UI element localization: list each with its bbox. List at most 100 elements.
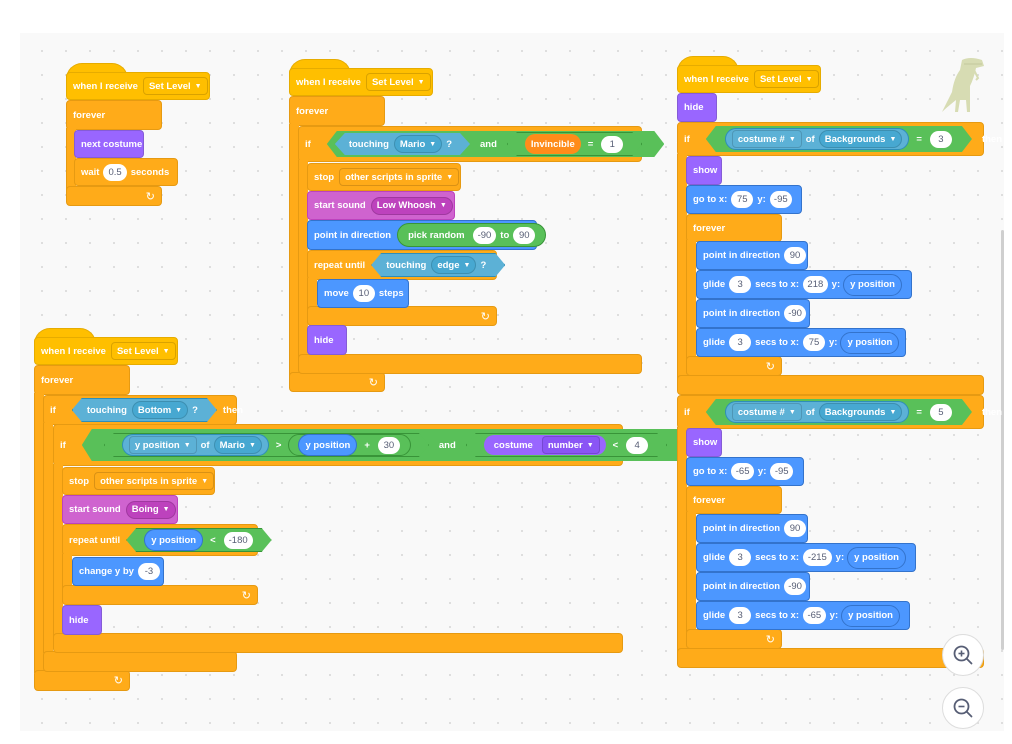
go-to-xy-block[interactable]: go to x: -65 y: -95	[686, 457, 804, 486]
less-than-operator[interactable]: y position < -180	[126, 528, 271, 552]
message-dropdown[interactable]: Set Level ▼	[753, 70, 819, 88]
less-than-value-input[interactable]: 4	[626, 437, 648, 454]
glide-x-input[interactable]: 218	[803, 276, 828, 293]
vertical-scrollbar[interactable]	[1001, 230, 1004, 650]
glide-x-input[interactable]: -215	[803, 549, 832, 566]
equals-operator[interactable]: costume # ▼ of Backgrounds ▼ = 5	[706, 399, 972, 425]
and-operator[interactable]: y position ▼ of Mario ▼ > y position + 30 …	[82, 429, 689, 461]
object-dropdown[interactable]: Backgrounds ▼	[819, 130, 903, 148]
forever-block[interactable]: forever	[686, 486, 782, 514]
touching-object-dropdown[interactable]: edge ▼	[431, 256, 476, 274]
direction-input[interactable]: -90	[784, 305, 807, 322]
direction-input[interactable]: 90	[784, 520, 807, 537]
point-in-direction-block[interactable]: point in direction 90	[696, 241, 808, 270]
move-steps-input[interactable]: 10	[352, 285, 375, 302]
hide-block[interactable]: hide	[677, 93, 717, 122]
glide-secs-input[interactable]: 3	[729, 549, 752, 566]
zoom-out-button[interactable]	[942, 687, 984, 729]
stop-option-dropdown[interactable]: other scripts in sprite ▼	[94, 472, 215, 490]
touching-sensor[interactable]: touching Bottom ▼ ?	[72, 398, 217, 422]
hide-block[interactable]: hide	[307, 325, 347, 355]
y-position-reporter[interactable]: y position	[841, 604, 900, 627]
y-position-reporter[interactable]: y position	[840, 331, 900, 354]
glide-block[interactable]: glide 3 secs to x: -65 y: y position	[696, 601, 910, 630]
hide-block[interactable]: hide	[62, 605, 102, 635]
costume-reporter[interactable]: costume number ▼	[484, 435, 606, 455]
glide-secs-input[interactable]: 3	[729, 607, 752, 624]
touching-object-dropdown[interactable]: Bottom ▼	[132, 401, 188, 419]
y-position-reporter[interactable]: y position	[843, 273, 902, 296]
glide-block[interactable]: glide 3 secs to x: 218 y: y position	[696, 270, 912, 299]
equals-value-input[interactable]: 5	[930, 404, 952, 421]
property-dropdown[interactable]: costume # ▼	[732, 130, 802, 148]
property-dropdown[interactable]: y position ▼	[129, 436, 197, 454]
glide-x-input[interactable]: 75	[803, 334, 825, 351]
of-sensor[interactable]: y position ▼ of Mario ▼	[122, 434, 269, 456]
glide-x-input[interactable]: -65	[803, 607, 826, 624]
touching-sensor[interactable]: touching Mario ▼ ?	[335, 133, 470, 155]
forever-block[interactable]: forever	[66, 100, 162, 130]
move-steps-block[interactable]: move 10 steps	[317, 279, 409, 308]
go-to-x-input[interactable]: 75	[731, 191, 754, 208]
plus-operator[interactable]: y position + 30	[288, 434, 410, 456]
property-dropdown[interactable]: costume # ▼	[732, 403, 802, 421]
wait-seconds-input[interactable]: 0.5	[103, 163, 127, 181]
when-i-receive-block[interactable]: when I receive Set Level ▼	[289, 68, 433, 96]
equals-operator[interactable]: Invincible = 1	[507, 132, 642, 156]
start-sound-block[interactable]: start sound Boing ▼	[62, 495, 178, 524]
message-dropdown[interactable]: Set Level ▼	[142, 77, 208, 95]
next-costume-block[interactable]: next costume	[74, 130, 144, 158]
wait-block[interactable]: wait 0.5 seconds	[74, 158, 178, 186]
when-i-receive-block[interactable]: when I receive Set Level ▼	[677, 65, 821, 93]
y-position-reporter[interactable]: y position	[298, 434, 357, 456]
forever-block[interactable]: forever	[34, 365, 130, 395]
glide-secs-input[interactable]: 3	[729, 276, 752, 293]
equals-value-input[interactable]: 1	[601, 136, 623, 153]
and-operator[interactable]: touching Mario ▼ ? and Invincible = 1	[327, 131, 664, 157]
plus-value-input[interactable]: 30	[378, 437, 400, 454]
of-sensor[interactable]: costume # ▼ of Backgrounds ▼	[725, 401, 910, 423]
y-position-reporter[interactable]: y position	[144, 529, 203, 551]
sound-dropdown[interactable]: Low Whoosh ▼	[370, 196, 453, 215]
show-block[interactable]: show	[686, 428, 722, 457]
random-to-input[interactable]: 90	[513, 226, 536, 244]
go-to-y-input[interactable]: -95	[770, 463, 793, 480]
stop-option-dropdown[interactable]: other scripts in sprite ▼	[339, 168, 460, 186]
equals-operator[interactable]: costume # ▼ of Backgrounds ▼ = 3	[706, 126, 972, 152]
go-to-x-input[interactable]: -65	[731, 463, 754, 480]
sprite-dropdown[interactable]: Mario ▼	[214, 436, 262, 454]
greater-than-operator[interactable]: y position ▼ of Mario ▼ > y position + 30	[104, 433, 429, 457]
repeat-until-block[interactable]: repeat until touching edge ▼ ?	[307, 250, 497, 280]
pick-random-operator[interactable]: pick random -90 to 90	[397, 223, 547, 247]
message-dropdown[interactable]: Set Level ▼	[365, 73, 431, 91]
glide-secs-input[interactable]: 3	[729, 334, 752, 351]
glide-block[interactable]: glide 3 secs to x: 75 y: y position	[696, 328, 906, 357]
change-y-input[interactable]: -3	[137, 563, 160, 580]
point-in-direction-block[interactable]: point in direction pick random -90 to 90	[307, 220, 547, 250]
less-than-value-input[interactable]: -180	[224, 532, 253, 549]
if-touching-block[interactable]: if touching Bottom ▼ ? then	[43, 395, 243, 425]
random-from-input[interactable]: -90	[472, 226, 497, 244]
if-costume-5-block[interactable]: if costume # ▼ of Backgrounds ▼ = 5 then	[677, 395, 1002, 429]
change-y-block[interactable]: change y by -3	[72, 557, 164, 586]
costume-option-dropdown[interactable]: number ▼	[542, 436, 600, 454]
stop-block[interactable]: stop other scripts in sprite ▼	[307, 163, 461, 191]
touching-sensor[interactable]: touching edge ▼ ?	[371, 253, 505, 277]
direction-input[interactable]: -90	[784, 578, 807, 595]
when-i-receive-block[interactable]: when I receive Set Level ▼	[34, 337, 178, 365]
when-i-receive-block[interactable]: when I receive Set Level ▼	[66, 72, 210, 100]
touching-object-dropdown[interactable]: Mario ▼	[394, 135, 442, 153]
if-compare-block[interactable]: if y position ▼ of Mario ▼ > y position + …	[53, 424, 721, 466]
repeat-until-block[interactable]: repeat until y position < -180	[62, 524, 258, 556]
variable-reporter[interactable]: Invincible	[525, 134, 581, 154]
forever-block[interactable]: forever	[289, 96, 385, 126]
show-block[interactable]: show	[686, 156, 722, 185]
stop-block[interactable]: stop other scripts in sprite ▼	[62, 467, 215, 495]
equals-value-input[interactable]: 3	[930, 131, 952, 148]
less-than-operator[interactable]: costume number ▼ < 4	[466, 433, 667, 457]
go-to-y-input[interactable]: -95	[769, 191, 792, 208]
sound-dropdown[interactable]: Boing ▼	[125, 500, 176, 519]
glide-block[interactable]: glide 3 secs to x: -215 y: y position	[696, 543, 916, 572]
forever-block[interactable]: forever	[686, 214, 782, 242]
of-sensor[interactable]: costume # ▼ of Backgrounds ▼	[725, 128, 910, 150]
